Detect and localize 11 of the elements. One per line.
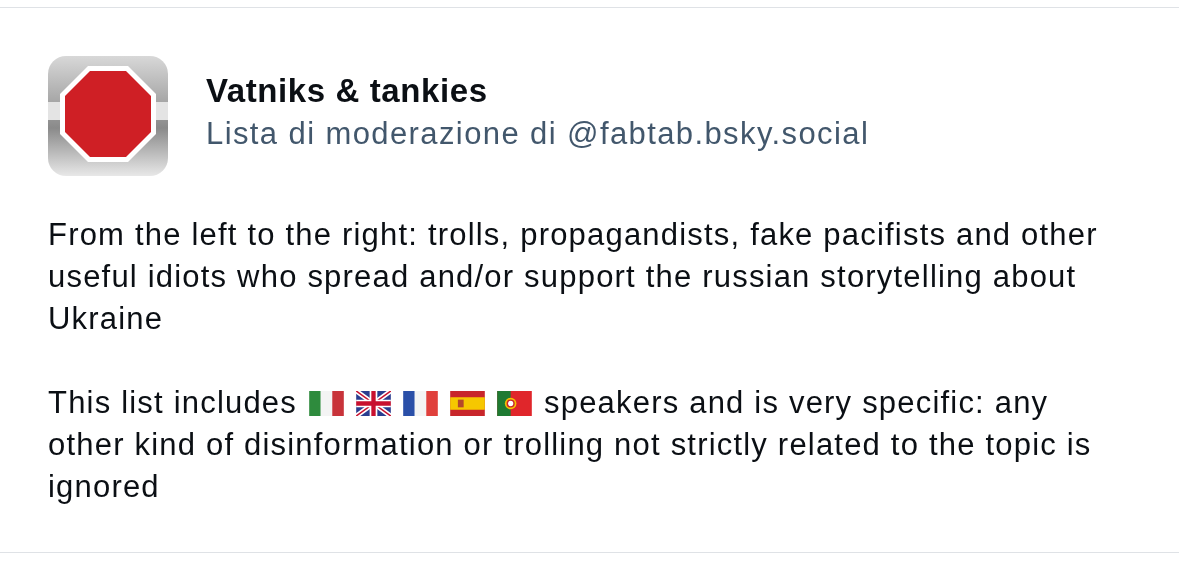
flag-icon [450, 390, 485, 416]
description-text: From the left to the right: trolls, propagandists, fake pacifists and other useful idiots who spread and/or support the russian storytelling about Ukraine [48, 216, 1099, 338]
flag-icon [403, 390, 438, 416]
flag-icon [497, 390, 532, 416]
flag-icon [309, 390, 344, 416]
list-subtitle: Lista di moderazione di @fabtab.bsky.social [206, 116, 870, 152]
description-text: This list includes [48, 384, 297, 422]
list-title: Vatniks & tankies [206, 72, 489, 110]
description-text: speakers and is very specific: any [544, 384, 1049, 422]
description-text: other kind of disinformation or trolling not strictly related to the topic is ignored [48, 426, 1093, 506]
flag-icon [356, 390, 391, 416]
